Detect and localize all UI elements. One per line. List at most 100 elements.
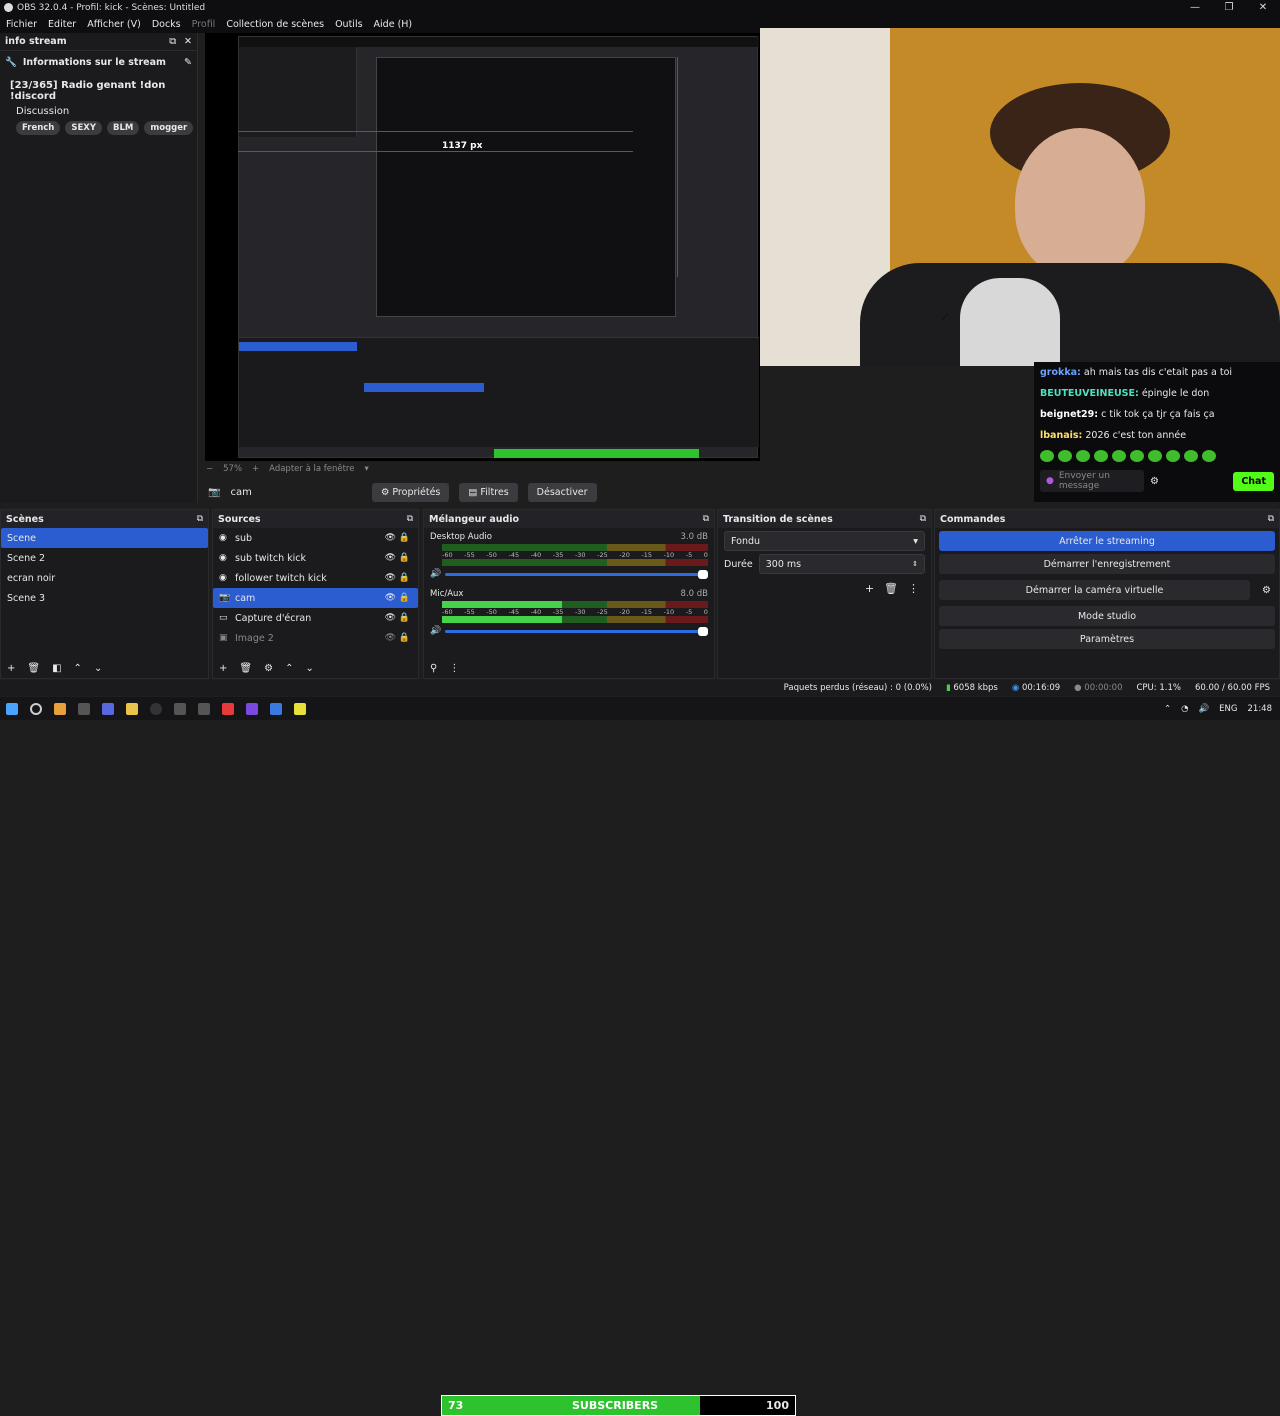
up-icon[interactable]: ⌃	[74, 663, 82, 674]
app-icon[interactable]	[294, 702, 306, 715]
wifi-icon[interactable]: ◔	[1181, 704, 1188, 714]
eye-off-icon[interactable]: 👁	[385, 633, 396, 643]
eye-icon[interactable]: 👁	[385, 533, 396, 543]
emote-icon[interactable]	[1130, 450, 1144, 462]
windows-start-icon[interactable]	[6, 702, 18, 715]
filters-button[interactable]: ▤ Filtres	[459, 482, 518, 502]
spin-icon[interactable]: ⇕	[912, 560, 918, 568]
dock-close-icon[interactable]: ✕	[184, 36, 192, 47]
chrome-icon[interactable]	[54, 702, 66, 715]
filter-icon[interactable]: ◧	[52, 663, 61, 674]
maximize-button[interactable]: ❐	[1212, 0, 1246, 15]
chevron-down-icon[interactable]: ▾	[364, 464, 368, 474]
obs-icon[interactable]	[150, 702, 162, 715]
down-icon[interactable]: ⌄	[94, 663, 102, 674]
language[interactable]: ENG	[1219, 704, 1237, 714]
edit-icon[interactable]: ✎	[184, 57, 192, 68]
speaker-icon[interactable]: 🔊	[430, 626, 441, 636]
emote-icon[interactable]	[1184, 450, 1198, 462]
emote-icon[interactable]	[1148, 450, 1162, 462]
chat-input[interactable]: ● Envoyer un message	[1040, 470, 1144, 492]
zoom-fit[interactable]: Adapter à la fenêtre	[269, 464, 354, 474]
trash-icon[interactable]: 🗑	[884, 582, 898, 595]
folder-icon[interactable]	[126, 702, 138, 715]
source-item[interactable]: ◉ sub 👁 🔒	[213, 528, 418, 548]
emote-icon[interactable]	[1058, 450, 1072, 462]
menu-profil[interactable]: Profil	[192, 19, 216, 30]
scene-item[interactable]: Scene 2	[1, 548, 208, 568]
zoom-in-button[interactable]: +	[252, 464, 259, 474]
scene-item[interactable]: Scene 3	[1, 588, 208, 608]
chevron-up-icon[interactable]: ⌃	[1164, 704, 1171, 714]
source-item[interactable]: ▣ Image 2 👁 🔒	[213, 628, 418, 648]
emote-icon[interactable]	[1112, 450, 1126, 462]
search-icon[interactable]	[30, 702, 42, 715]
app-icon[interactable]	[222, 702, 234, 715]
scene-item[interactable]: ecran noir	[1, 568, 208, 588]
settings-icon[interactable]: ⚙	[1150, 476, 1159, 487]
duration-spinbox[interactable]: 300 ms ⇕	[758, 554, 925, 574]
lock-icon[interactable]: 🔒	[399, 573, 410, 583]
menu-afficher[interactable]: Afficher (V)	[87, 19, 141, 30]
menu-collection[interactable]: Collection de scènes	[226, 19, 324, 30]
undock-icon[interactable]: ⧉	[703, 514, 714, 524]
start-recording-button[interactable]: Démarrer l'enregistrement	[939, 554, 1275, 574]
app-icon[interactable]	[270, 702, 282, 715]
down-icon[interactable]: ⌄	[305, 663, 313, 674]
emote-icon[interactable]	[1094, 450, 1108, 462]
emote-icon[interactable]	[1076, 450, 1090, 462]
app-icon[interactable]	[174, 702, 186, 715]
app-icon[interactable]	[78, 702, 90, 715]
undock-icon[interactable]: ⧉	[920, 514, 931, 524]
volume-knob[interactable]	[698, 569, 708, 579]
lock-icon[interactable]: 🔒	[399, 633, 410, 643]
app-icon[interactable]	[246, 702, 258, 715]
undock-icon[interactable]: ⧉	[407, 514, 418, 524]
more-icon[interactable]: ⋮	[449, 663, 459, 674]
settings-button[interactable]: Paramètres	[939, 629, 1275, 649]
scene-item[interactable]: Scene	[1, 528, 208, 548]
menu-fichier[interactable]: Fichier	[6, 19, 37, 30]
volume-knob[interactable]	[698, 626, 708, 636]
emote-icon[interactable]	[1166, 450, 1180, 462]
source-item[interactable]: ◉ follower twitch kick 👁 🔒	[213, 568, 418, 588]
preview-canvas[interactable]: 1137 px	[205, 33, 760, 461]
link-icon[interactable]: ⚲	[430, 663, 437, 674]
add-icon[interactable]: +	[865, 582, 874, 595]
zoom-out-button[interactable]: −	[206, 464, 213, 474]
menu-docks[interactable]: Docks	[152, 19, 181, 30]
eye-icon[interactable]: 👁	[385, 573, 396, 583]
app-icon[interactable]	[198, 702, 210, 715]
clock[interactable]: 21:48	[1248, 704, 1273, 714]
undock-icon[interactable]: ⧉	[197, 514, 208, 524]
studio-mode-button[interactable]: Mode studio	[939, 606, 1275, 626]
stop-streaming-button[interactable]: Arrêter le streaming	[939, 531, 1275, 551]
lock-icon[interactable]: 🔒	[399, 593, 410, 603]
source-item[interactable]: ▭ Capture d'écran 👁 🔒	[213, 608, 418, 628]
discord-icon[interactable]	[102, 702, 114, 715]
eye-icon[interactable]: 👁	[385, 613, 396, 623]
lock-icon[interactable]: 🔒	[399, 613, 410, 623]
add-icon[interactable]: +	[7, 663, 15, 674]
menu-aide[interactable]: Aide (H)	[374, 19, 413, 30]
volume-icon[interactable]: 🔊	[1199, 704, 1210, 714]
up-icon[interactable]: ⌃	[285, 663, 293, 674]
emote-icon[interactable]	[1040, 450, 1054, 462]
menu-outils[interactable]: Outils	[335, 19, 362, 30]
virtual-camera-button[interactable]: Démarrer la caméra virtuelle	[939, 580, 1251, 600]
volume-slider[interactable]	[445, 569, 708, 579]
lock-icon[interactable]: 🔒	[399, 553, 410, 563]
volume-slider[interactable]	[445, 626, 708, 636]
eye-icon[interactable]: 👁	[385, 553, 396, 563]
menu-editer[interactable]: Editer	[48, 19, 76, 30]
speaker-icon[interactable]: 🔊	[430, 569, 441, 579]
source-item[interactable]: 📷 cam 👁 🔒	[213, 588, 418, 608]
eye-icon[interactable]: 👁	[385, 593, 396, 603]
gear-icon[interactable]: ⚙	[1254, 585, 1279, 596]
trash-icon[interactable]: 🗑	[27, 663, 40, 674]
more-icon[interactable]: ⋮	[908, 582, 919, 595]
undock-icon[interactable]: ⧉	[1268, 514, 1279, 524]
emote-icon[interactable]	[1202, 450, 1216, 462]
transition-select[interactable]: Fondu ▾	[724, 531, 925, 551]
properties-button[interactable]: ⚙ Propriétés	[371, 482, 450, 502]
